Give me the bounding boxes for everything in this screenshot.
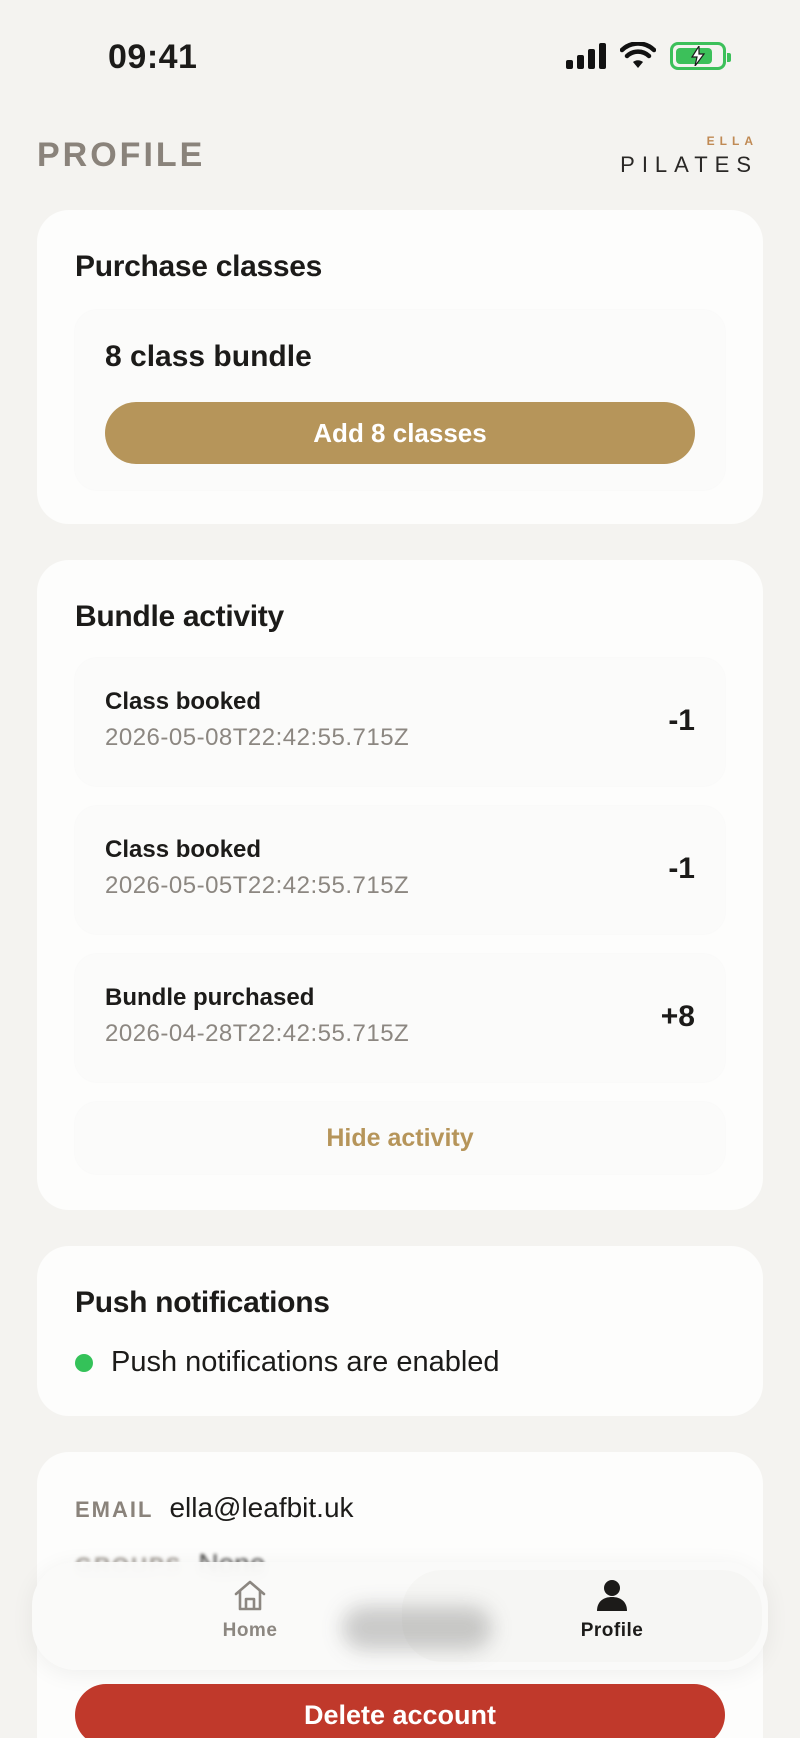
- activity-delta: -1: [668, 704, 695, 737]
- bundle-activity-card: Bundle activity Class booked 2026-05-08T…: [37, 560, 763, 1210]
- activity-item: Class booked 2026-05-08T22:42:55.715Z -1: [75, 658, 725, 786]
- blurred-content: [342, 1606, 492, 1650]
- home-icon: [234, 1580, 266, 1611]
- email-row: EMAIL ella@leafbit.uk: [75, 1492, 354, 1524]
- email-label: EMAIL: [75, 1497, 154, 1522]
- tab-home-label: Home: [222, 1620, 278, 1641]
- activity-item: Class booked 2026-05-05T22:42:55.715Z -1: [75, 806, 725, 934]
- push-status: Push notifications are enabled: [75, 1346, 500, 1379]
- bundle-option: 8 class bundle Add 8 classes: [75, 310, 725, 490]
- page-title: PROFILE: [37, 136, 206, 174]
- bundle-name: 8 class bundle: [105, 340, 312, 373]
- wifi-icon: [620, 42, 656, 68]
- hide-activity-button[interactable]: Hide activity: [75, 1102, 725, 1174]
- activity-timestamp: 2026-05-05T22:42:55.715Z: [105, 872, 410, 899]
- activity-label: Class booked: [105, 836, 262, 863]
- purchase-classes-card: Purchase classes 8 class bundle Add 8 cl…: [37, 210, 763, 524]
- cellular-signal-icon: [566, 43, 606, 69]
- delete-account-button[interactable]: Delete account: [75, 1684, 725, 1738]
- push-status-text: Push notifications are enabled: [111, 1346, 500, 1378]
- battery-charging-icon: [670, 42, 731, 70]
- add-classes-button[interactable]: Add 8 classes: [105, 402, 695, 464]
- purchase-classes-title: Purchase classes: [75, 250, 323, 283]
- tab-profile[interactable]: Profile: [532, 1578, 692, 1642]
- activity-timestamp: 2026-05-08T22:42:55.715Z: [105, 724, 410, 751]
- activity-item: Bundle purchased 2026-04-28T22:42:55.715…: [75, 954, 725, 1082]
- brand-small-text: ELLA: [706, 134, 758, 148]
- status-dot-icon: [75, 1353, 93, 1372]
- activity-delta: -1: [668, 852, 695, 885]
- activity-delta: +8: [660, 1000, 695, 1033]
- email-value: ella@leafbit.uk: [169, 1492, 354, 1523]
- bundle-activity-title: Bundle activity: [75, 600, 284, 633]
- status-time: 09:41: [108, 38, 198, 76]
- status-icons: [566, 42, 731, 70]
- push-notifications-title: Push notifications: [75, 1286, 330, 1319]
- activity-timestamp: 2026-04-28T22:42:55.715Z: [105, 1020, 410, 1047]
- push-notifications-card: Push notifications Push notifications ar…: [37, 1246, 763, 1416]
- tab-home[interactable]: Home: [170, 1578, 330, 1642]
- activity-label: Bundle purchased: [105, 984, 315, 1011]
- status-bar: 09:41: [0, 0, 800, 110]
- person-icon: [597, 1580, 627, 1611]
- tab-profile-label: Profile: [580, 1620, 644, 1641]
- brand-large-text: PILATES: [620, 152, 758, 177]
- activity-label: Class booked: [105, 688, 262, 715]
- tab-bar: Home Profile: [32, 1562, 768, 1670]
- brand-logo: ELLA PILATES: [620, 134, 758, 178]
